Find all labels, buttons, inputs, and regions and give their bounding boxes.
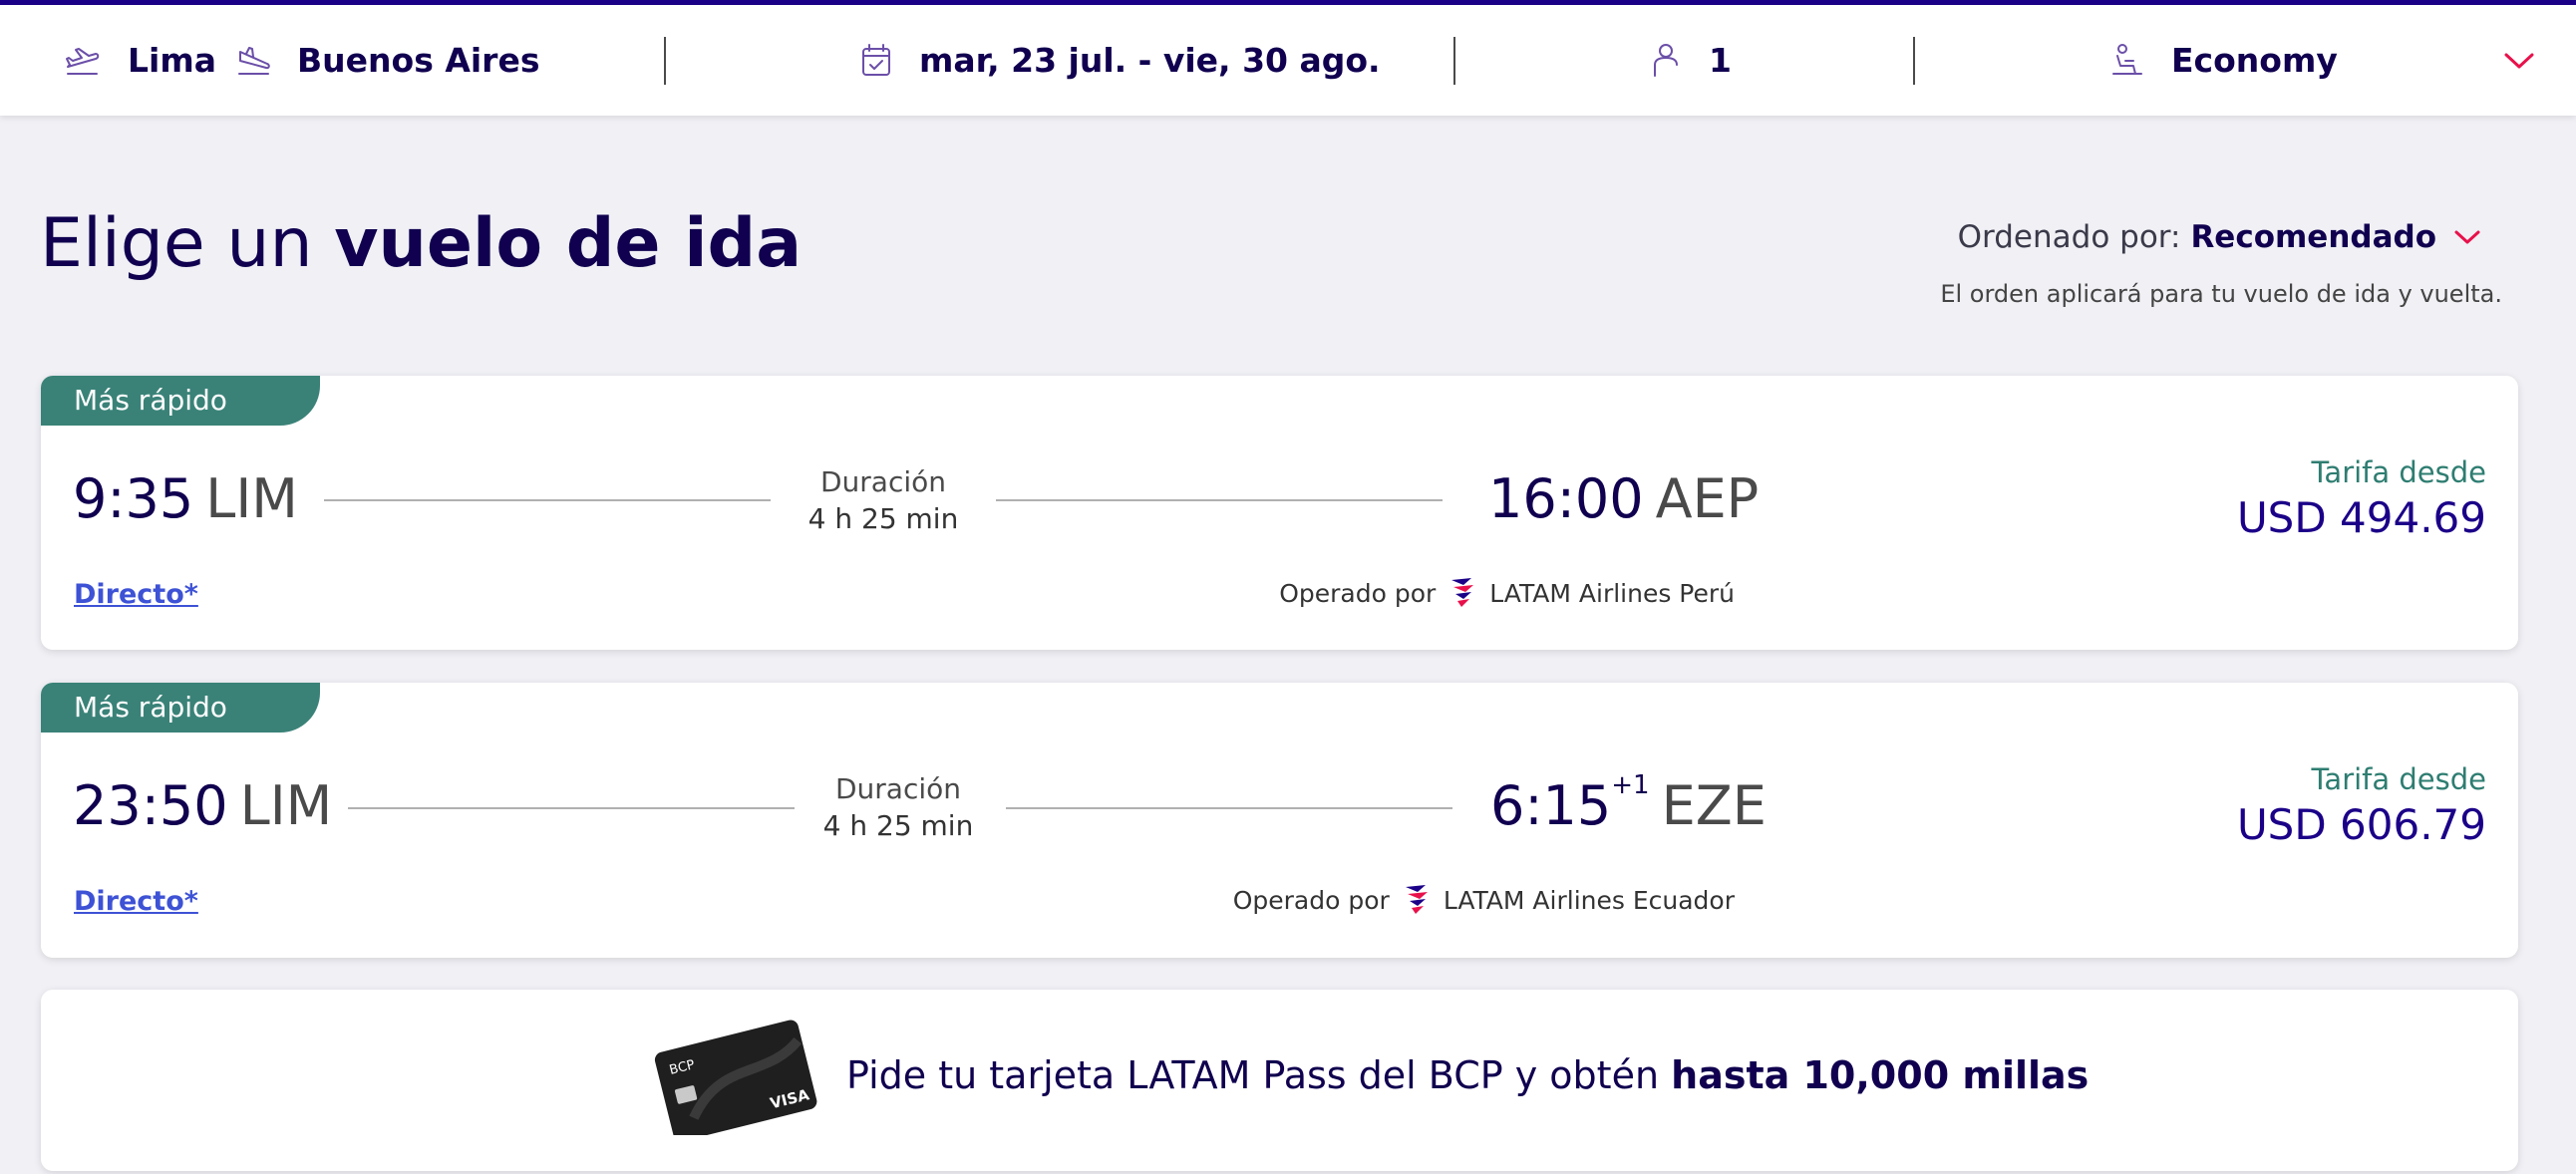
arrival: 16:00 AEP: [1488, 467, 1759, 530]
page-title: Elige un vuelo de ida: [40, 204, 802, 283]
latam-logo-icon: [1405, 885, 1428, 914]
calendar-icon: [855, 40, 897, 82]
page-title-bold: vuelo de ida: [334, 204, 803, 283]
person-icon: [1645, 40, 1687, 82]
route-line: [996, 499, 1443, 501]
promo-message: Pide tu tarjeta LATAM Pass del BCP y obt…: [846, 1053, 1660, 1097]
promo-text: Pide tu tarjeta LATAM Pass del BCP y obt…: [846, 1053, 2089, 1097]
chevron-down-icon: [2498, 40, 2540, 82]
operated-by: Operado por LATAM Airlines Perú: [1279, 576, 1735, 610]
expand-search-button[interactable]: [2498, 5, 2540, 116]
departure-time: 23:50: [73, 774, 228, 837]
fare-price: USD 494.69: [2236, 493, 2486, 542]
sort-label: Ordenado por:: [1957, 219, 2181, 255]
latam-logo-icon: [1451, 578, 1474, 607]
departure: 23:50 LIM: [73, 774, 332, 837]
duration-value: 4 h 25 min: [807, 502, 959, 535]
passengers-field[interactable]: 1: [1645, 5, 1732, 116]
fare[interactable]: Tarifa desde USD 606.79: [2237, 762, 2486, 849]
seat-icon: [2105, 40, 2147, 82]
route-line: [324, 499, 771, 501]
cabin-class: Economy: [2171, 41, 2338, 80]
operated-label: Operado por: [1279, 578, 1437, 608]
departure-time: 9:35: [73, 467, 194, 530]
departure-airport: LIM: [205, 467, 298, 530]
route-line: [348, 807, 795, 809]
airline-name: LATAM Airlines Ecuador: [1443, 885, 1735, 915]
duration-label: Duración: [819, 465, 947, 498]
stops-link[interactable]: Directo*: [74, 886, 198, 917]
fare-label: Tarifa desde: [2311, 455, 2486, 489]
promo-highlight: hasta 10,000 millas: [1671, 1053, 2090, 1097]
passenger-count: 1: [1709, 41, 1732, 80]
duration: Duración 4 h 25 min: [784, 465, 983, 535]
operated-label: Operado por: [1232, 885, 1390, 915]
divider: [1913, 37, 1915, 85]
promo-banner[interactable]: BCP VISA Pide tu tarjeta LATAM Pass del …: [41, 990, 2518, 1171]
arrival-time: 16:00: [1488, 467, 1644, 530]
flight-card[interactable]: Más rápido 9:35 LIM Duración 4 h 25 min 1…: [41, 376, 2518, 650]
dates-field[interactable]: mar, 23 jul. - vie, 30 ago.: [855, 5, 1381, 116]
operated-by: Operado por LATAM Airlines Ecuador: [1233, 883, 1735, 917]
duration-value: 4 h 25 min: [822, 809, 974, 842]
arrival-time: 6:15: [1490, 774, 1612, 837]
sort-dropdown[interactable]: Ordenado por: Recomendado: [1958, 219, 2484, 255]
origin-city: Lima: [128, 41, 216, 80]
plane-landing-icon: [233, 40, 275, 82]
fare-label: Tarifa desde: [2311, 762, 2486, 796]
arrival-airport: EZE: [1661, 774, 1767, 837]
fare-price: USD 606.79: [2236, 800, 2486, 849]
divider: [664, 37, 666, 85]
arrival: 6:15+1 EZE: [1490, 770, 1767, 837]
duration-label: Duración: [834, 772, 962, 805]
route-line: [1006, 807, 1452, 809]
cabin-field[interactable]: Economy: [2105, 5, 2338, 116]
duration: Duración 4 h 25 min: [799, 772, 998, 842]
plane-takeoff-icon: [62, 40, 104, 82]
fastest-badge: Más rápido: [41, 376, 320, 426]
destination-city: Buenos Aires: [297, 41, 540, 80]
search-summary-bar[interactable]: Lima Buenos Aires mar, 23 jul. - vie, 30…: [0, 5, 2576, 116]
fare[interactable]: Tarifa desde USD 494.69: [2237, 455, 2486, 542]
destination-field[interactable]: Buenos Aires: [233, 5, 539, 116]
day-offset: +1: [1611, 770, 1650, 800]
airline-name: LATAM Airlines Perú: [1489, 578, 1735, 608]
arrival-airport: AEP: [1655, 467, 1760, 530]
divider: [1453, 37, 1455, 85]
sort-note: El orden aplicará para tu vuelo de ida y…: [1940, 280, 2502, 308]
chevron-down-icon: [2454, 230, 2480, 244]
stops-link[interactable]: Directo*: [74, 579, 198, 610]
sort-value: Recomendado: [2190, 219, 2436, 255]
departure-airport: LIM: [239, 774, 333, 837]
credit-card-image: BCP VISA: [654, 1020, 817, 1135]
fastest-badge: Más rápido: [41, 683, 320, 733]
origin-field[interactable]: Lima: [62, 5, 216, 116]
flight-card[interactable]: Más rápido 23:50 LIM Duración 4 h 25 min …: [41, 683, 2518, 958]
travel-dates: mar, 23 jul. - vie, 30 ago.: [919, 41, 1381, 80]
page-title-light: Elige un: [40, 204, 313, 283]
departure: 9:35 LIM: [73, 467, 298, 530]
